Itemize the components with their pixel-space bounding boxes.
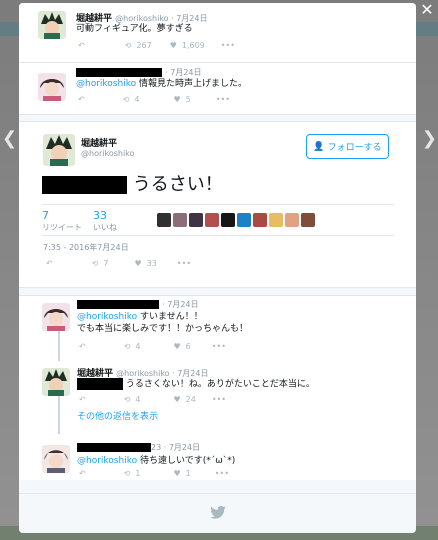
retweet-count: 4 (135, 395, 141, 404)
more-icon[interactable]: ••• (216, 95, 230, 104)
tweet-author-name[interactable]: 堀越耕平 (81, 136, 117, 149)
retweet-icon[interactable]: ⟲ (125, 41, 132, 50)
retweet-icon[interactable]: ⟲ (92, 259, 99, 268)
modal-footer (19, 493, 416, 533)
avatar[interactable] (269, 213, 283, 227)
avatar[interactable] (38, 11, 66, 39)
reply-icon[interactable]: ↶ (46, 259, 53, 268)
retweet-count: 1 (135, 469, 141, 478)
reply-author[interactable]: 23 · 7月24日 (77, 442, 200, 453)
close-icon[interactable]: ✕ (419, 2, 435, 18)
tweet-text: @horikoshiko 情報見た時声上げました。 (76, 79, 247, 89)
retweet-stat[interactable]: 7 リツイート (42, 209, 82, 233)
reply-icon[interactable]: ↶ (79, 342, 86, 351)
reply-icon[interactable]: ↶ (79, 395, 86, 404)
redacted-name (76, 68, 162, 77)
chevron-right-icon[interactable]: ❯ (422, 128, 437, 149)
heart-icon[interactable]: ♥ (135, 259, 142, 268)
reply-actions: ↶ ⟲ 4 ♥ 24 ••• (79, 395, 226, 404)
heart-icon[interactable]: ♥ (174, 95, 181, 104)
reply-actions: ↶ ⟲ 1 ♥ 1 ••• (79, 469, 229, 478)
more-icon[interactable]: ••• (177, 259, 191, 268)
retweet-count: 4 (134, 95, 140, 104)
avatar[interactable] (42, 303, 70, 331)
follow-label: フォローする (327, 143, 382, 153)
reply-text: @horikoshiko 待ち遠しいです(*´ω`*) (77, 456, 236, 466)
follow-button[interactable]: 👤 フォローする (306, 134, 389, 159)
reply-icon[interactable]: ↶ (79, 469, 86, 478)
retweet-count: 4 (135, 342, 141, 351)
avatar[interactable] (43, 134, 75, 166)
mention-link[interactable]: @horikoshiko (77, 456, 137, 466)
retweet-count: 7 (103, 259, 109, 268)
retweet-icon[interactable]: ⟲ (124, 469, 131, 478)
avatar[interactable] (189, 213, 203, 227)
tweet-timestamp[interactable]: 7:35 - 2016年7月24日 (43, 242, 129, 253)
retweet-count: 267 (136, 41, 152, 50)
tweet-actions: ↶ ⟲ 4 ♥ 5 ••• (78, 95, 230, 104)
reply-icon[interactable]: ↶ (78, 41, 85, 50)
like-count: 24 (185, 395, 196, 404)
tweet-author[interactable]: · 7月24日 (76, 67, 202, 78)
like-count: 1 (185, 469, 191, 478)
reply-text: @horikoshiko すいません！！ でも本当に楽しみです！！かっちゃんも！ (77, 312, 249, 334)
retweet-icon[interactable]: ⟲ (124, 342, 131, 351)
redacted-name (77, 300, 159, 309)
heart-icon[interactable]: ♥ (174, 342, 181, 351)
twitter-bird-icon (210, 506, 226, 519)
previous-reply[interactable]: · 7月24日 @horikoshiko 情報見た時声上げました。 ↶ ⟲ 4 ♥… (19, 63, 416, 115)
avatar[interactable] (42, 368, 70, 396)
retweet-icon[interactable]: ⟲ (123, 95, 130, 104)
follow-person-icon: 👤 (313, 141, 325, 152)
more-icon[interactable]: ••• (215, 469, 229, 478)
avatar[interactable] (38, 73, 66, 101)
more-icon[interactable]: ••• (212, 342, 226, 351)
heart-icon[interactable]: ♥ (170, 41, 177, 50)
thread-line (58, 331, 60, 361)
tweet-text: 可動フィギュア化。夢すぎる (76, 24, 193, 34)
thread-line (58, 396, 60, 434)
reply-author[interactable]: · 7月24日 (77, 299, 199, 310)
main-tweet: 堀越耕平 @horikoshiko 👤 フォローする うるさい！ 7 リツイート… (19, 121, 416, 288)
avatar[interactable] (221, 213, 235, 227)
reply-actions: ↶ ⟲ 4 ♥ 6 ••• (79, 342, 226, 351)
more-icon[interactable]: ••• (221, 41, 235, 50)
avatar[interactable] (301, 213, 315, 227)
like-count: 6 (185, 342, 191, 351)
more-icon[interactable]: ••• (212, 395, 226, 404)
liker-avatars (157, 213, 315, 227)
mention-link[interactable]: @horikoshiko (77, 312, 137, 322)
avatar[interactable] (285, 213, 299, 227)
avatar[interactable] (157, 213, 171, 227)
reply-text: うるさくない！ね。ありがたいことだ本当に。 (77, 378, 315, 391)
retweet-icon[interactable]: ⟲ (124, 395, 131, 404)
reply-icon[interactable]: ↶ (78, 95, 85, 104)
tweet-author-handle[interactable]: @horikoshiko (81, 149, 134, 158)
redacted-name (77, 443, 151, 452)
avatar[interactable] (42, 445, 70, 473)
like-stat[interactable]: 33 いいね (93, 209, 117, 233)
previous-tweet[interactable]: 堀越耕平 @horikoshiko · 7月24日 可動フィギュア化。夢すぎる … (19, 3, 416, 63)
chevron-left-icon[interactable]: ❮ (2, 128, 17, 149)
avatar[interactable] (253, 213, 267, 227)
reply-thread: · 7月24日 @horikoshiko すいません！！ でも本当に楽しみです！… (19, 295, 416, 480)
heart-icon[interactable]: ♥ (174, 395, 181, 404)
like-count: 1,609 (181, 41, 205, 50)
tweet-actions: ↶ ⟲ 267 ♥ 1,609 ••• (78, 41, 235, 50)
main-tweet-text: うるさい！ (42, 170, 223, 196)
avatar[interactable] (173, 213, 187, 227)
like-count: 33 (146, 259, 157, 268)
redacted-text (42, 176, 127, 194)
avatar[interactable] (205, 213, 219, 227)
tweet-modal: 堀越耕平 @horikoshiko · 7月24日 可動フィギュア化。夢すぎる … (19, 3, 416, 533)
heart-icon[interactable]: ♥ (174, 469, 181, 478)
like-count: 5 (185, 95, 191, 104)
mention-link[interactable]: @horikoshiko (76, 79, 136, 89)
tweet-actions: ↶ ⟲ 7 ♥ 33 ••• (46, 259, 191, 268)
redacted-text (77, 378, 123, 390)
tweet-stats: 7 リツイート 33 いいね (42, 204, 394, 236)
show-more-replies-link[interactable]: その他の返信を表示 (77, 409, 158, 422)
avatar[interactable] (237, 213, 251, 227)
